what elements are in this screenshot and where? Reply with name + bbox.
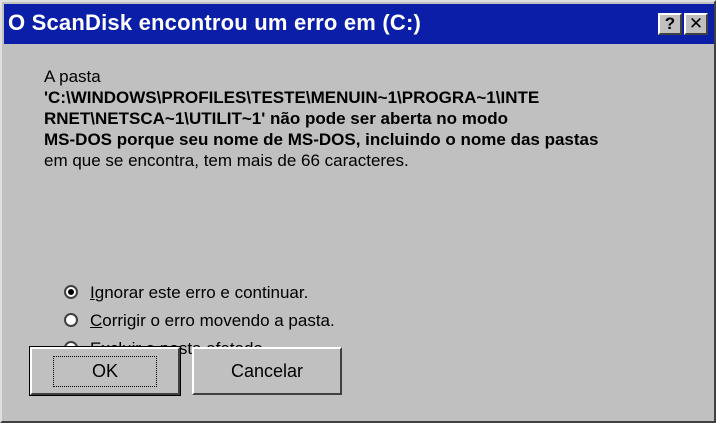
option-hotkey: C (90, 310, 103, 330)
option-fix-error[interactable]: Corrigir o erro movendo a pasta. (64, 306, 335, 334)
radio-ignore-error[interactable] (64, 285, 78, 299)
cancel-button[interactable]: Cancelar (192, 347, 342, 395)
close-icon[interactable]: ✕ (684, 13, 708, 35)
option-label: orrigir o erro movendo a pasta. (102, 310, 335, 330)
message-line: RNET\NETSCA~1\UTILIT~1' não pode ser abe… (44, 109, 509, 128)
option-ignore-error[interactable]: Ignorar este erro e continuar. (64, 278, 335, 306)
message-line: A pasta (44, 67, 101, 86)
ok-button[interactable]: OK (29, 346, 181, 396)
error-message: A pasta 'C:\WINDOWS\PROFILES\TESTE\MENUI… (44, 66, 706, 358)
option-label: gnorar este erro e continuar. (94, 282, 309, 302)
message-line: 'C:\WINDOWS\PROFILES\TESTE\MENUIN~1\PROG… (44, 88, 540, 107)
radio-fix-error[interactable] (64, 313, 78, 327)
ok-button-label: OK (52, 355, 157, 387)
message-line: em que se encontra, tem mais de 66 carac… (44, 151, 409, 170)
scandisk-error-dialog: O ScanDisk encontrou um erro em (C:) ? ✕… (0, 0, 716, 423)
message-line: MS-DOS porque seu nome de MS-DOS, inclui… (44, 130, 599, 149)
help-icon[interactable]: ? (658, 13, 682, 35)
window-title: O ScanDisk encontrou um erro em (C:) (8, 10, 422, 35)
title-bar[interactable]: O ScanDisk encontrou um erro em (C:) ? ✕ (4, 4, 714, 44)
